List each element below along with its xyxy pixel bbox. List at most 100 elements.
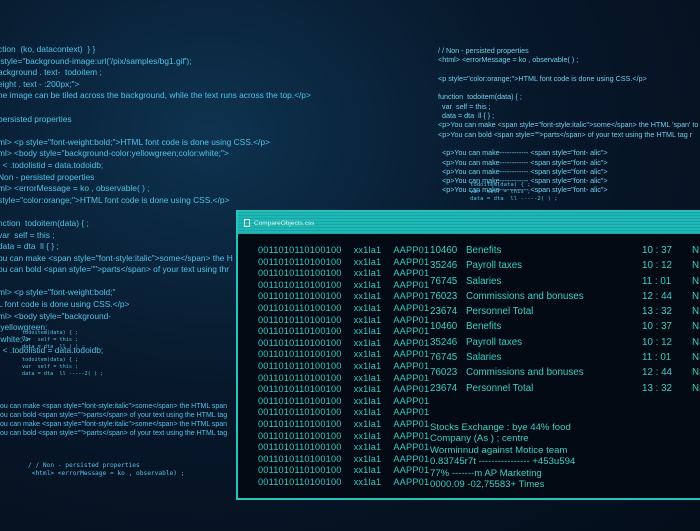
stock-line: 0.83745r7t ---------------- +453u594 (430, 456, 576, 468)
binary-cell: 0011010110100100 (258, 360, 342, 371)
binary-cell: 0011010110100100 (258, 476, 342, 487)
binary-row: 0011010110100100 xx1la1 AAPP01 (258, 291, 429, 303)
code-line: function todoitem(data) { ; (438, 92, 522, 102)
financial-cell: 10 : 12 (642, 260, 672, 272)
financial-cell: Benefits (466, 321, 502, 333)
financial-cell: 76745 (430, 275, 458, 287)
background-code-tiny: / / Non - persisted properties <html> <e… (28, 462, 184, 478)
binary-cell: AAPP01 (393, 453, 430, 464)
binary-cell: AAPP01 (393, 291, 430, 302)
binary-cell: 0011010110100100 (258, 314, 342, 325)
code-line: ou can make <span style="font-style:ital… (0, 403, 228, 410)
binary-row: 0011010110100100 xx1la1 AAPP01 (258, 465, 429, 477)
binary-cell: xx1la1 (353, 384, 382, 395)
code-line: data = dta ll ( ) ; (22, 343, 85, 350)
background-code-mini: todoitem(data) { ; var self = this ; data … (22, 330, 103, 378)
binary-cell: 0011010110100100 (258, 279, 342, 290)
binary-row: 0011010110100100 xx1la1 AAPP01 (258, 442, 429, 454)
binary-cell: AAPP01 (393, 407, 430, 418)
binary-cell: xx1la1 (353, 302, 382, 313)
code-line: <p style="color:orange;">HTML font code … (438, 73, 647, 83)
binary-row: 0011010110100100 xx1la1 AAPP01 (258, 407, 429, 419)
financial-cell: 23674 (430, 382, 458, 394)
binary-row: 0011010110100100 xx1la1 AAPP01 (258, 419, 429, 431)
financial-cell: 12 : 44 (642, 367, 672, 379)
code-line: <p>You can make <span style="font-style:… (438, 120, 699, 130)
binary-cell: xx1la1 (353, 360, 382, 371)
financial-cell: 10 : 12 (642, 336, 672, 348)
financial-cell: 10460 (430, 245, 458, 256)
financial-cell: 13 : 32 (642, 306, 672, 318)
binary-cell: AAPP01 (393, 430, 430, 441)
binary-cell: xx1la1 (353, 476, 382, 487)
stock-line: 77% -------m AP Marketing (430, 467, 542, 479)
binary-cell: 0011010110100100 (258, 407, 342, 418)
binary-cell: xx1la1 (353, 291, 382, 302)
code-line: <html> <errorMessage = ko , observable) … (28, 469, 185, 477)
stock-ticker: Stocks Exchange : bye 44% food Company (A… (430, 422, 575, 490)
binary-cell: 0011010110100100 (258, 453, 342, 464)
financial-cell: NS (692, 367, 700, 379)
binary-cell: AAPP01 (393, 465, 430, 476)
code-line: ou can bold <span style="">parts</span> … (0, 412, 228, 419)
binary-cell: AAPP01 (393, 372, 430, 383)
binary-cell: 0011010110100100 (258, 395, 342, 406)
binary-cell: 0011010110100100 (258, 245, 342, 255)
background-code-bottom: ou can make <span style="font-style:ital… (0, 402, 227, 438)
binary-row: 0011010110100100 xx1la1 AAPP01 (258, 431, 429, 443)
binary-row: 0011010110100100 xx1la1 AAPP01 (258, 326, 429, 338)
financial-cell: 76745 (430, 352, 458, 364)
binary-row: 0011010110100100 xx1la1 AAPP01 (258, 349, 429, 361)
code-line: ou can bold <span style="">parts</span> … (0, 430, 228, 437)
binary-cell: xx1la1 (353, 256, 382, 267)
binary-cell: AAPP01 (393, 279, 430, 290)
binary-cell: xx1la1 (353, 407, 382, 418)
window-content: 0011010110100100 xx1la1 AAPP01 001101011010… (238, 234, 700, 498)
code-window[interactable]: CompareObjects.css 0011010110100100 xx1la… (236, 210, 700, 500)
binary-cell: xx1la1 (353, 418, 382, 429)
financial-cell: 76023 (430, 367, 458, 379)
binary-cell: 0011010110100100 (258, 442, 342, 453)
code-line: data = dta ll { } ; (438, 111, 495, 121)
binary-cell: AAPP01 (393, 418, 430, 429)
code-line: persisted properties (0, 113, 72, 124)
binary-cell: xx1la1 (353, 453, 382, 464)
code-line: data = dta ll -----2( ) ; (22, 370, 104, 377)
code-line: / / Non - persisted properties (438, 46, 529, 55)
stock-line: Worminnud against Motice team (430, 444, 568, 456)
binary-cell: 0011010110100100 (258, 418, 342, 429)
code-line: style="color:orange;">HTML font code is … (0, 194, 230, 205)
binary-cell: AAPP01 (393, 395, 430, 406)
binary-cell: 0011010110100100 (258, 349, 342, 360)
stock-line: Stocks Exchange : bye 44% food (430, 422, 571, 433)
code-line: ction (ko, datacontext) } } (0, 44, 96, 54)
background-code-right: / / Non - persisted properties <html> <er… (438, 46, 698, 195)
binary-cell: 0011010110100100 (258, 256, 342, 267)
binary-cell: AAPP01 (393, 476, 430, 487)
code-line: <p>You can make------------ <span style=… (438, 148, 608, 158)
financial-cell: 10460 (430, 321, 458, 333)
binary-cell: AAPP01 (393, 268, 430, 279)
binary-cell: xx1la1 (353, 395, 382, 406)
binary-row: 0011010110100100 xx1la1 AAPP01 (258, 268, 429, 280)
financial-cell: 23674 (430, 306, 458, 318)
financial-cell: NS (692, 382, 700, 394)
code-line: <p>You can bold <span style="">parts</sp… (438, 129, 693, 139)
code-line: todoitem(data) { ; (22, 330, 79, 336)
binary-cell: xx1la1 (353, 245, 382, 255)
binary-cell: AAPP01 (393, 302, 430, 313)
financial-cell: NS (692, 352, 700, 364)
financial-cell: Salaries (466, 352, 502, 364)
binary-cell: 0011010110100100 (258, 302, 342, 313)
binary-row: 0011010110100100 xx1la1 AAPP01 (258, 303, 429, 315)
binary-cell: xx1la1 (353, 314, 382, 325)
binary-cell: xx1la1 (353, 279, 382, 290)
binary-cell: AAPP01 (393, 442, 430, 453)
binary-cell: AAPP01 (393, 256, 430, 267)
binary-cell: 0011010110100100 (258, 268, 342, 279)
financial-cell: NS (692, 306, 700, 318)
window-titlebar[interactable]: CompareObjects.css (238, 212, 700, 234)
code-line: < .todolistid = data.todoidb; (0, 159, 104, 170)
